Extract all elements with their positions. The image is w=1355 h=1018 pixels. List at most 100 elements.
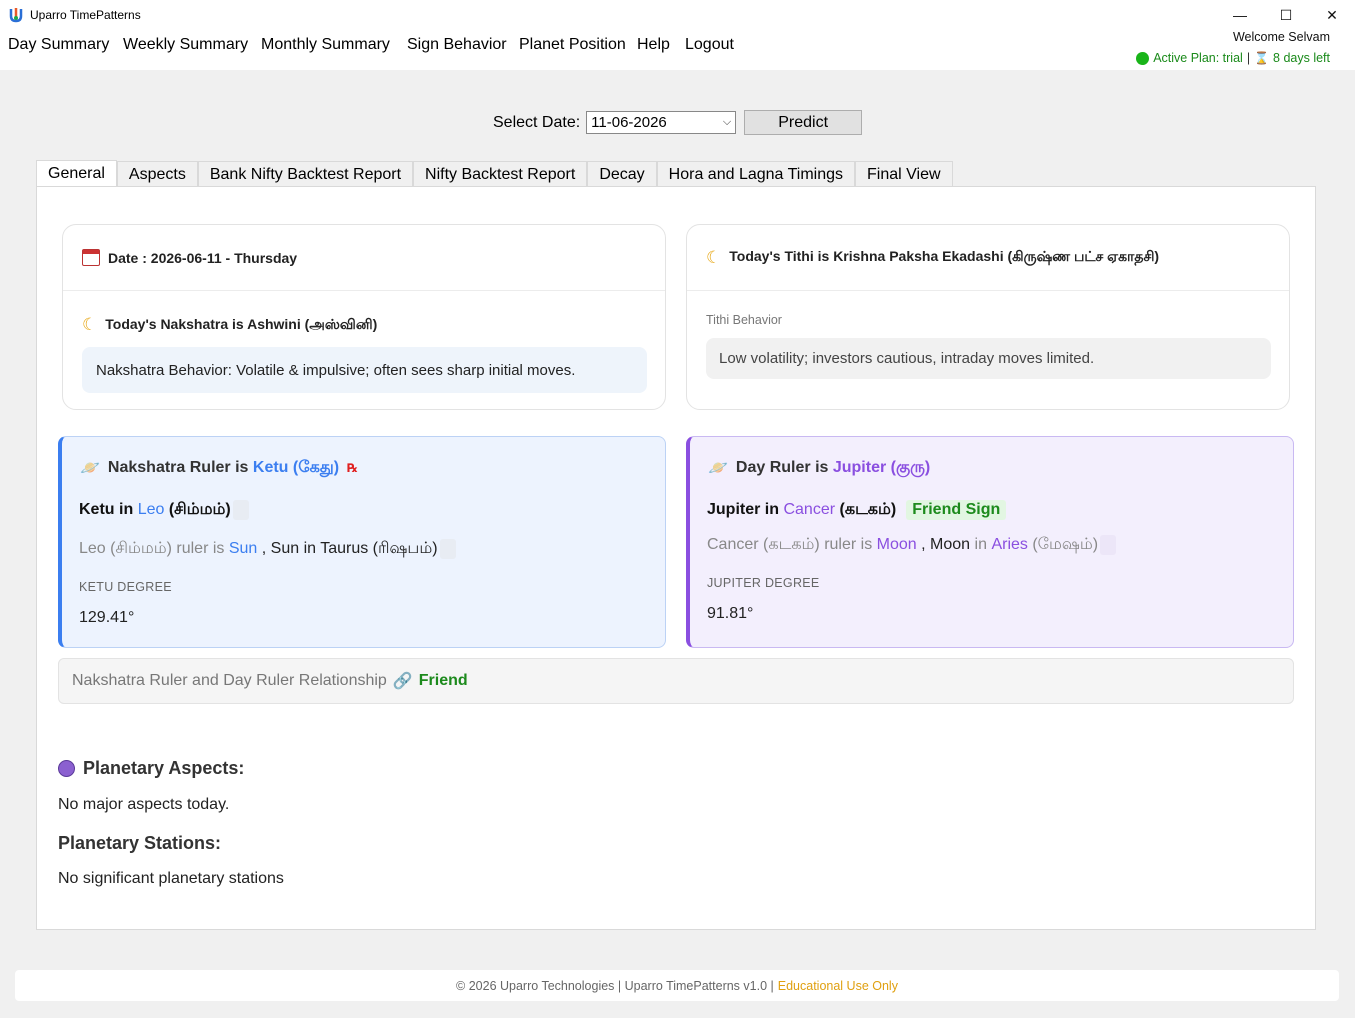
nakshatra-title-text: Today's Nakshatra is Ashwini (அஸ்வினி) bbox=[105, 315, 378, 332]
planetary-aspects-title: Planetary Aspects: bbox=[58, 758, 244, 779]
chevron-down-icon[interactable]: ⌵ bbox=[723, 116, 731, 129]
date-value: 11-06-2026 bbox=[591, 114, 667, 131]
tithi-title: Today's Tithi is Krishna Paksha Ekadashi… bbox=[729, 248, 1160, 264]
jupiter-degree-label: JUPITER DEGREE bbox=[707, 576, 820, 590]
window-title: Uparro TimePatterns bbox=[30, 8, 141, 22]
aspects-title-text: Planetary Aspects: bbox=[83, 758, 245, 778]
ketu-name: Ketu bbox=[79, 501, 115, 518]
uparro-logo-icon bbox=[9, 8, 23, 23]
menu-logout[interactable]: Logout bbox=[685, 36, 734, 54]
jupiter-sign: Cancer bbox=[783, 501, 836, 518]
menu-day-summary[interactable]: Day Summary bbox=[8, 36, 109, 54]
footer: © 2026 Uparro Technologies | Uparro Time… bbox=[15, 970, 1339, 1001]
days-left: 8 days left bbox=[1273, 51, 1330, 65]
footer-edu-notice: Educational Use Only bbox=[777, 978, 898, 993]
tab-general[interactable]: General bbox=[36, 160, 117, 187]
friend-sign-badge: Friend Sign bbox=[906, 500, 1007, 520]
welcome-text: Welcome Selvam bbox=[1232, 30, 1330, 44]
leo-ruler-line: Leo (சிம்மம்) ruler is Sun , Sun in Taur… bbox=[79, 539, 456, 559]
retrograde-symbol: ℞ bbox=[347, 461, 358, 475]
tab-decay[interactable]: Decay bbox=[587, 161, 657, 187]
date-card: Date : 2026-06-11 - Thursday ☾ Today's N… bbox=[62, 224, 666, 410]
day-ruler-prefix: Day Ruler is bbox=[735, 459, 829, 476]
footer-copyright: © 2026 Uparro Technologies | Uparro Time… bbox=[456, 978, 774, 993]
tithi-card: ☾ Today's Tithi is Krishna Paksha Ekadas… bbox=[686, 224, 1290, 410]
moon-sign-tamil: (மேஷம்) bbox=[1032, 536, 1099, 553]
ringed-planet-icon: 🪐 bbox=[708, 460, 728, 477]
minimize-button[interactable]: — bbox=[1217, 0, 1263, 30]
crescent-moon-icon: ☾ bbox=[706, 247, 722, 267]
menu-sign-behavior[interactable]: Sign Behavior bbox=[407, 36, 507, 54]
calendar-icon bbox=[82, 249, 100, 266]
cancer-ruler-line: Cancer (கடகம்) ruler is Moon , Moon in A… bbox=[707, 535, 1117, 555]
planetary-stations-title: Planetary Stations: bbox=[58, 833, 222, 853]
tab-final-view[interactable]: Final View bbox=[855, 161, 953, 187]
date-title: Date : 2026-06-11 - Thursday bbox=[108, 249, 298, 266]
predict-button[interactable]: Predict bbox=[744, 110, 863, 135]
maximize-button[interactable]: ☐ bbox=[1263, 0, 1309, 30]
jupiter-sign-tamil: (கடகம்) bbox=[839, 501, 897, 518]
menu-planet-position[interactable]: Planet Position bbox=[519, 36, 626, 54]
tab-bar: General Aspects Bank Nifty Backtest Repo… bbox=[36, 160, 953, 187]
jupiter-sign-line: Jupiter in Cancer (கடகம்) Friend Sign bbox=[707, 500, 1007, 520]
aspects-text: No major aspects today. bbox=[58, 796, 230, 813]
close-button[interactable]: ✕ bbox=[1309, 0, 1355, 30]
nakshatra-ruler-planet: Ketu (கேது) bbox=[252, 459, 340, 476]
plan-label: Active Plan: trial bbox=[1153, 51, 1243, 65]
nakshatra-title: ☾ Today's Nakshatra is Ashwini (அஸ்வினி) bbox=[82, 315, 377, 335]
date-dropdown[interactable]: 11-06-2026 ⌵ bbox=[586, 111, 737, 134]
date-selection-row: Select Date: 11-06-2026 ⌵ Predict bbox=[493, 110, 863, 135]
tithi-card-header: ☾ Today's Tithi is Krishna Paksha Ekadas… bbox=[687, 225, 1289, 291]
nakshatra-ruler-prefix: Nakshatra Ruler is bbox=[107, 459, 249, 476]
ringed-planet-icon: 🪐 bbox=[80, 460, 100, 477]
tab-bank-nifty-backtest[interactable]: Bank Nifty Backtest Report bbox=[197, 161, 414, 187]
empty-badge bbox=[232, 500, 249, 520]
tithi-behavior-label: Tithi Behavior bbox=[706, 313, 782, 327]
jupiter-in: in bbox=[764, 501, 780, 518]
tab-nifty-backtest[interactable]: Nifty Backtest Report bbox=[413, 161, 588, 187]
ketu-sign: Leo bbox=[137, 501, 165, 518]
cancer-ruler-planet: Moon bbox=[876, 536, 917, 553]
plan-separator: | bbox=[1246, 51, 1251, 65]
leo-ruler-planet: Sun bbox=[228, 540, 258, 557]
stations-text: No significant planetary stations bbox=[58, 870, 284, 887]
moon-sign: Aries bbox=[991, 536, 1028, 553]
ruler-relationship-box: Nakshatra Ruler and Day Ruler Relationsh… bbox=[58, 658, 1294, 704]
menu-weekly-summary[interactable]: Weekly Summary bbox=[123, 36, 248, 54]
tithi-behavior-text: Low volatility; investors cautious, intr… bbox=[719, 350, 1095, 367]
green-dot-icon bbox=[1136, 51, 1150, 65]
moon-label: , Moon bbox=[921, 536, 971, 553]
tab-hora-lagna[interactable]: Hora and Lagna Timings bbox=[656, 161, 855, 187]
select-date-label: Select Date: bbox=[493, 113, 581, 131]
hourglass-icon: ⌛ bbox=[1254, 51, 1270, 65]
menu-monthly-summary[interactable]: Monthly Summary bbox=[261, 36, 390, 54]
jupiter-degree-value: 91.81° bbox=[707, 605, 754, 622]
empty-badge bbox=[439, 539, 456, 559]
day-ruler-planet: Jupiter (குரு) bbox=[832, 459, 931, 476]
relationship-label: Nakshatra Ruler and Day Ruler Relationsh… bbox=[72, 672, 387, 689]
crystal-ball-icon bbox=[58, 760, 75, 777]
ketu-in: in bbox=[119, 501, 134, 518]
tab-aspects[interactable]: Aspects bbox=[116, 161, 198, 187]
sun-position: , Sun in Taurus (ரிஷபம்) bbox=[261, 540, 438, 557]
ketu-degree-label: KETU DEGREE bbox=[79, 580, 172, 594]
cancer-ruler-text: Cancer (கடகம்) ruler is bbox=[707, 536, 873, 553]
day-ruler-title: 🪐 Day Ruler is Jupiter (குரு) bbox=[708, 458, 930, 478]
empty-badge bbox=[1100, 535, 1117, 555]
moon-in: in bbox=[974, 536, 987, 553]
nakshatra-behavior-text: Nakshatra Behavior: Volatile & impulsive… bbox=[96, 361, 576, 379]
ketu-sign-line: Ketu in Leo (சிம்மம்) bbox=[79, 500, 249, 520]
jupiter-name: Jupiter bbox=[707, 501, 761, 518]
ketu-degree-value: 129.41° bbox=[79, 609, 135, 626]
title-bar: Uparro TimePatterns — ☐ ✕ bbox=[0, 0, 1355, 30]
menu-help[interactable]: Help bbox=[637, 36, 670, 54]
crescent-moon-icon: ☾ bbox=[82, 315, 98, 334]
plan-status: Active Plan: trial | ⌛ 8 days left bbox=[1136, 51, 1330, 65]
nakshatra-ruler-title: 🪐 Nakshatra Ruler is Ketu (கேது) ℞ bbox=[80, 458, 358, 478]
nakshatra-behavior-box: Nakshatra Behavior: Volatile & impulsive… bbox=[82, 347, 647, 393]
relationship-value: Friend bbox=[418, 672, 468, 689]
link-icon: 🔗 bbox=[392, 673, 413, 690]
day-ruler-card: 🪐 Day Ruler is Jupiter (குரு) Jupiter in… bbox=[686, 436, 1294, 648]
date-card-header: Date : 2026-06-11 - Thursday bbox=[63, 225, 665, 291]
leo-ruler-text: Leo (சிம்மம்) ruler is bbox=[79, 540, 225, 557]
